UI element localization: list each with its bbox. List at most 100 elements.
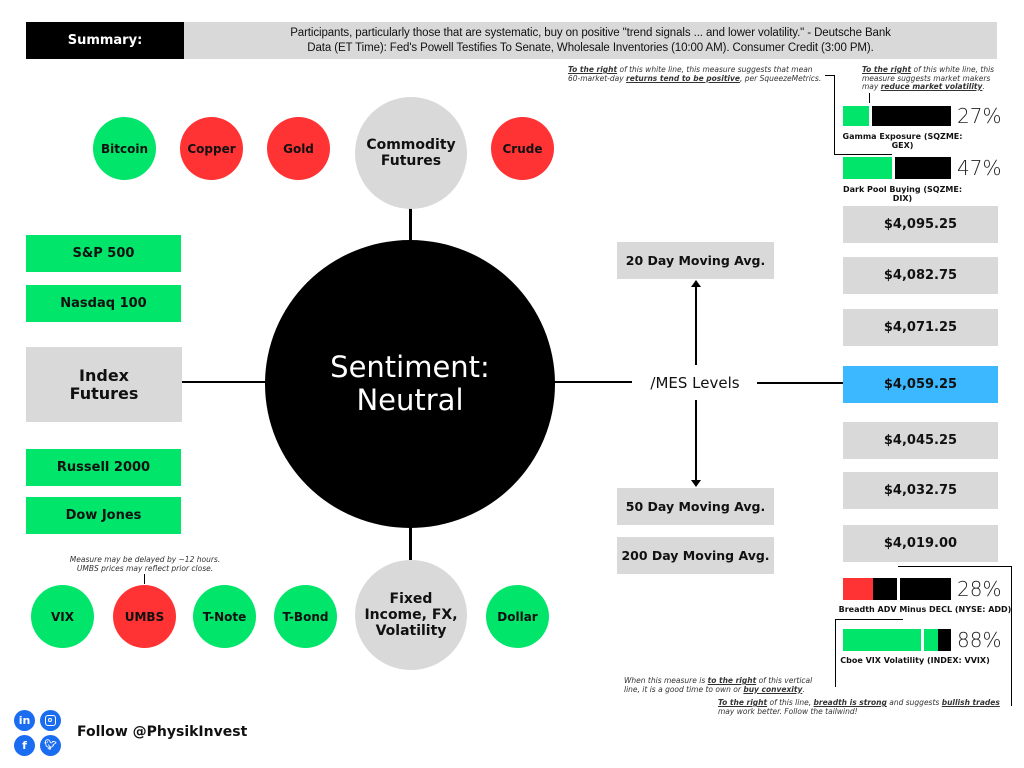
add-threshold-marker bbox=[897, 578, 900, 600]
commodity-crude[interactable]: Crude bbox=[491, 117, 554, 180]
index-nasdaq100[interactable]: Nasdaq 100 bbox=[26, 285, 181, 322]
linkedin-icon[interactable]: in bbox=[14, 710, 35, 731]
gex-percent: 27% bbox=[957, 104, 1002, 128]
summary-line-1: Participants, particularly those that ar… bbox=[290, 26, 891, 39]
ma-200-day[interactable]: 200 Day Moving Avg. bbox=[617, 537, 774, 574]
dix-threshold-marker bbox=[892, 157, 895, 179]
note-emph: buy convexity bbox=[743, 684, 803, 694]
gex-note: To the right of this white line, this me… bbox=[862, 65, 1002, 92]
note-emph: breadth is strong bbox=[813, 698, 887, 707]
gauge-gex bbox=[843, 106, 951, 126]
vvix-label: Cboe VIX Volatility (INDEX: VVIX) bbox=[840, 656, 990, 665]
commodity-futures-hub: Commodity Futures bbox=[355, 97, 467, 209]
commodity-gold[interactable]: Gold bbox=[267, 117, 330, 180]
hub-line-1: Fixed bbox=[389, 591, 433, 607]
add-note-connector bbox=[1011, 566, 1012, 706]
index-russell2000[interactable]: Russell 2000 bbox=[26, 449, 181, 486]
vvix-note-connector bbox=[835, 619, 903, 620]
twitter-icon[interactable]: 🐦︎ bbox=[40, 735, 61, 756]
note-text: line, it is a good time to own or bbox=[624, 684, 741, 694]
index-futures-hub: Index Futures bbox=[26, 347, 182, 422]
mes-level[interactable]: $4,071.25 bbox=[843, 309, 998, 346]
gauge-vvix bbox=[843, 629, 951, 651]
fi-tnote[interactable]: T-Note bbox=[193, 585, 256, 648]
dix-percent: 47% bbox=[957, 156, 1002, 180]
gex-arrow-icon bbox=[869, 93, 870, 103]
summary-text: Participants, particularly those that ar… bbox=[184, 22, 997, 59]
mes-level-current[interactable]: $4,059.25 bbox=[843, 366, 998, 403]
connector-mes-right bbox=[757, 382, 843, 384]
fi-umbs[interactable]: UMBS bbox=[113, 585, 176, 648]
arrow-line-up bbox=[695, 285, 697, 365]
add-percent: 28% bbox=[957, 577, 1002, 601]
sentiment-circle: Sentiment: Neutral bbox=[265, 240, 555, 528]
mes-level[interactable]: $4,032.75 bbox=[843, 472, 998, 509]
hub-line-1: Commodity bbox=[366, 137, 456, 153]
index-dow-jones[interactable]: Dow Jones bbox=[26, 497, 181, 534]
facebook-icon[interactable]: f bbox=[14, 735, 35, 756]
gauge-add bbox=[843, 578, 951, 600]
hub-line-1: Index bbox=[79, 365, 129, 385]
summary-line-2: Data (ET Time): Fed's Powell Testifies T… bbox=[307, 41, 874, 54]
hub-line-2: Futures bbox=[380, 153, 442, 169]
sentiment-title: Sentiment: bbox=[330, 350, 490, 384]
note-text: 60-market-day bbox=[568, 73, 624, 83]
mes-level[interactable]: $4,045.25 bbox=[843, 422, 998, 459]
dix-gauge-fill bbox=[843, 157, 894, 179]
connector-mes-left bbox=[550, 381, 632, 383]
add-note: To the right of this line, breadth is st… bbox=[718, 698, 1013, 716]
add-note-connector bbox=[898, 566, 1012, 567]
instagram-icon[interactable] bbox=[40, 710, 61, 731]
fi-tbond[interactable]: T-Bond bbox=[274, 585, 337, 648]
note-emph: returns tend to be positive bbox=[626, 73, 740, 83]
umbs-note: Measure may be delayed by ~12 hours. UMB… bbox=[60, 555, 230, 573]
umbs-note-line-2: UMBS prices may reflect prior close. bbox=[76, 563, 214, 573]
fi-vix[interactable]: VIX bbox=[31, 585, 94, 648]
follow-text[interactable]: Follow @PhysikInvest bbox=[77, 724, 247, 740]
note-text: may work better. Follow the tailwind! bbox=[718, 706, 858, 716]
sentiment-value: Neutral bbox=[356, 383, 464, 417]
note-text: , per SqueezeMetrics. bbox=[739, 73, 822, 83]
summary-label: Summary: bbox=[26, 22, 184, 59]
note-text: and suggests bbox=[889, 698, 940, 707]
dix-label: Dark Pool Buying (SQZME: DIX) bbox=[842, 185, 963, 203]
arrow-line-down bbox=[695, 400, 697, 480]
gex-threshold-marker bbox=[869, 106, 872, 126]
mes-level[interactable]: $4,082.75 bbox=[843, 257, 998, 294]
note-text: may bbox=[862, 82, 879, 91]
hub-line-2: Income, FX, bbox=[364, 607, 458, 623]
vvix-note-connector bbox=[835, 619, 836, 687]
vvix-note: When this measure is to the right of thi… bbox=[624, 676, 813, 694]
commodity-bitcoin[interactable]: Bitcoin bbox=[93, 117, 156, 180]
hub-line-2: Futures bbox=[69, 383, 139, 403]
add-label: Breadth ADV Minus DECL (NYSE: ADD) bbox=[838, 605, 1012, 614]
note-text: of this white line, this bbox=[913, 65, 995, 74]
fi-dollar[interactable]: Dollar bbox=[486, 585, 549, 648]
ma-50-day[interactable]: 50 Day Moving Avg. bbox=[617, 488, 774, 525]
ma-20-day[interactable]: 20 Day Moving Avg. bbox=[617, 242, 774, 279]
note-emph: To the right bbox=[718, 698, 768, 707]
index-sp500[interactable]: S&P 500 bbox=[26, 235, 181, 272]
mes-levels-label: /MES Levels bbox=[650, 374, 740, 392]
dix-note-connector bbox=[834, 154, 892, 155]
gex-label: Gamma Exposure (SQZME: GEX) bbox=[842, 132, 963, 150]
mes-level[interactable]: $4,095.25 bbox=[843, 206, 998, 243]
vvix-threshold-marker bbox=[921, 629, 924, 651]
gex-gauge-fill bbox=[843, 106, 872, 126]
dix-note: To the right of this white line, this me… bbox=[568, 65, 828, 83]
note-emph: To the right bbox=[862, 65, 912, 74]
commodity-copper[interactable]: Copper bbox=[180, 117, 243, 180]
vvix-percent: 88% bbox=[957, 628, 1002, 652]
arrow-up-icon bbox=[691, 280, 701, 287]
connector-fixed-income bbox=[409, 526, 412, 560]
connector-commodity bbox=[409, 208, 412, 240]
note-emph: reduce market volatility bbox=[880, 82, 983, 91]
connector-index bbox=[182, 381, 266, 383]
hub-line-3: Volatility bbox=[375, 623, 447, 639]
mes-level[interactable]: $4,019.00 bbox=[843, 525, 998, 562]
arrow-down-icon bbox=[691, 480, 701, 487]
fixed-income-hub: Fixed Income, FX, Volatility bbox=[355, 560, 467, 670]
gauge-dix bbox=[843, 157, 951, 179]
umbs-note-arrow-icon bbox=[144, 574, 145, 584]
note-text: of this line, bbox=[769, 698, 812, 707]
